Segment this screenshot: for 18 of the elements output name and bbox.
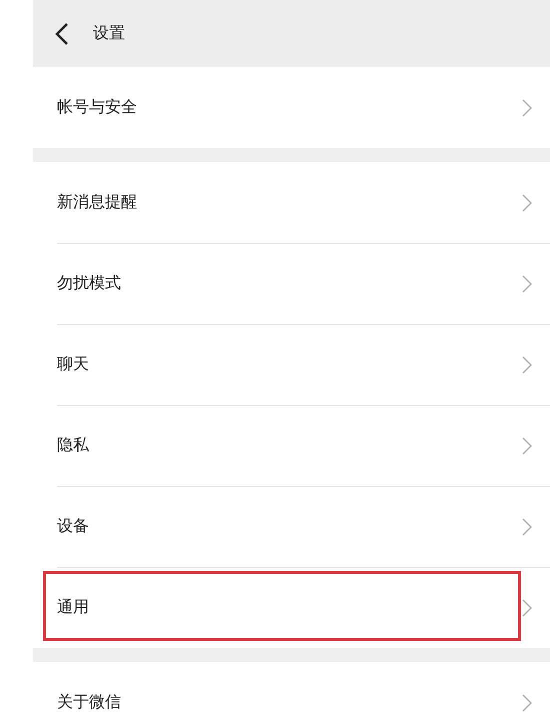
row-label: 勿扰模式 bbox=[57, 274, 122, 294]
chevron-icon bbox=[522, 598, 532, 616]
chevron-icon bbox=[522, 518, 532, 536]
chevron-icon bbox=[522, 194, 532, 212]
chevron-icon bbox=[522, 356, 532, 374]
row-label: 隐私 bbox=[57, 436, 90, 456]
chevron-icon bbox=[522, 98, 532, 116]
page-title: 设置 bbox=[93, 24, 125, 44]
back-icon[interactable] bbox=[55, 22, 69, 46]
row-label: 帐号与安全 bbox=[57, 98, 138, 118]
row-label: 新消息提醒 bbox=[57, 192, 138, 212]
row-label: 设备 bbox=[57, 516, 90, 536]
row-label: 关于微信 bbox=[57, 692, 122, 712]
chevron-icon bbox=[522, 436, 532, 454]
chevron-icon bbox=[522, 694, 532, 712]
row-label: 通用 bbox=[57, 598, 90, 618]
chevron-icon bbox=[522, 274, 532, 292]
row-label: 聊天 bbox=[57, 354, 90, 374]
